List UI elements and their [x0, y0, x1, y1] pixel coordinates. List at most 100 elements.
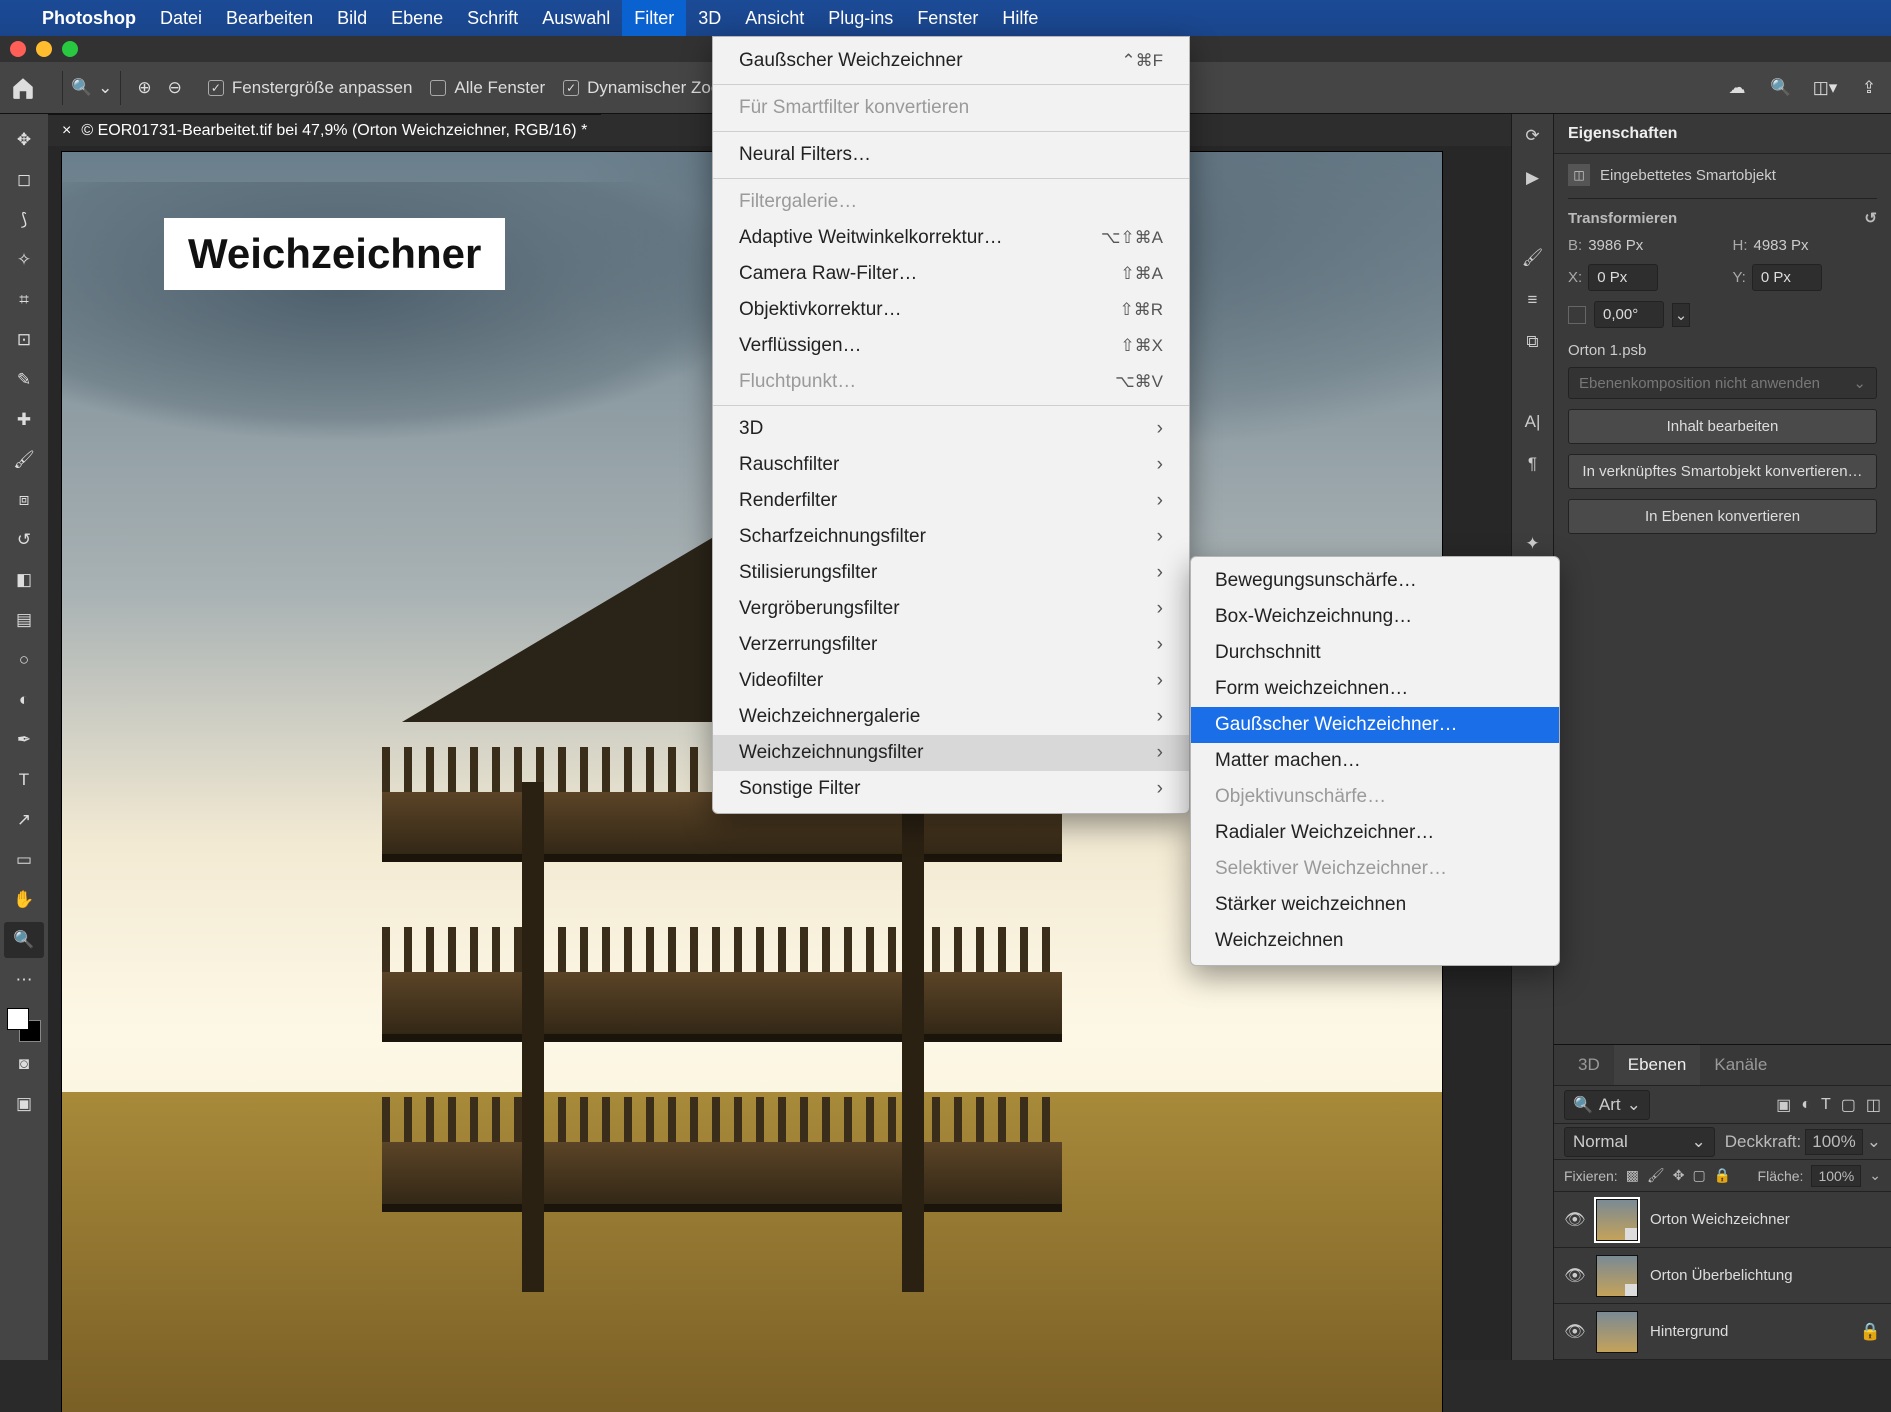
- zoom-out-icon[interactable]: ⊖: [168, 78, 182, 98]
- layer-filter-dropdown[interactable]: 🔍Art⌄: [1564, 1090, 1650, 1120]
- eyedropper-tool-icon[interactable]: ✎: [4, 362, 44, 398]
- visibility-icon[interactable]: 👁: [1564, 1322, 1584, 1342]
- search-icon[interactable]: 🔍: [1769, 76, 1793, 100]
- tab-layers[interactable]: Ebenen: [1614, 1045, 1701, 1085]
- actions-icon[interactable]: ▶: [1521, 166, 1545, 190]
- history-brush-tool-icon[interactable]: ↺: [4, 522, 44, 558]
- filter-camera-raw[interactable]: Camera Raw-Filter…⇧⌘A: [713, 256, 1189, 292]
- lock-brush-icon[interactable]: 🖌: [1647, 1167, 1665, 1184]
- layer-row[interactable]: 👁 Hintergrund 🔒: [1554, 1304, 1891, 1360]
- screenmode-icon[interactable]: ▣: [4, 1086, 44, 1122]
- blur-basic[interactable]: Weichzeichnen: [1191, 923, 1559, 959]
- paragraph-icon[interactable]: ¶: [1521, 452, 1545, 476]
- filter-sub-stylize[interactable]: Stilisierungsfilter›: [713, 555, 1189, 591]
- hand-tool-icon[interactable]: ✋: [4, 882, 44, 918]
- blend-mode-dropdown[interactable]: Normal⌄: [1564, 1127, 1715, 1157]
- traffic-max-icon[interactable]: [62, 41, 78, 57]
- path-tool-icon[interactable]: ↗: [4, 802, 44, 838]
- frame-tool-icon[interactable]: ⊡: [4, 322, 44, 358]
- edit-toolbar-icon[interactable]: ⋯: [4, 962, 44, 998]
- traffic-min-icon[interactable]: [36, 41, 52, 57]
- menu-bearbeiten[interactable]: Bearbeiten: [214, 0, 325, 36]
- quickmask-icon[interactable]: ◙: [4, 1046, 44, 1082]
- filter-adjust-icon[interactable]: ◐: [1801, 1096, 1811, 1114]
- filter-last-used[interactable]: Gaußscher Weichzeichner⌃⌘F: [713, 43, 1189, 79]
- filter-sub-noise[interactable]: Rauschfilter›: [713, 447, 1189, 483]
- fit-window-checkbox[interactable]: Fenstergröße anpassen: [208, 78, 413, 98]
- edit-contents-button[interactable]: Inhalt bearbeiten: [1568, 409, 1877, 444]
- blur-tool-icon[interactable]: ○: [4, 642, 44, 678]
- layer-thumbnail[interactable]: [1596, 1255, 1638, 1297]
- layer-name[interactable]: Orton Weichzeichner: [1650, 1211, 1790, 1228]
- blur-matte[interactable]: Matter machen…: [1191, 743, 1559, 779]
- menu-ebene[interactable]: Ebene: [379, 0, 455, 36]
- dodge-tool-icon[interactable]: ◐: [4, 682, 44, 718]
- zoom-tool-icon[interactable]: 🔍: [4, 922, 44, 958]
- convert-layers-button[interactable]: In Ebenen konvertieren: [1568, 499, 1877, 534]
- brushes-icon[interactable]: 🖌: [1521, 246, 1545, 270]
- blur-more[interactable]: Stärker weichzeichnen: [1191, 887, 1559, 923]
- menu-3d[interactable]: 3D: [686, 0, 733, 36]
- lasso-tool-icon[interactable]: ⟆: [4, 202, 44, 238]
- menu-hilfe[interactable]: Hilfe: [990, 0, 1050, 36]
- y-input[interactable]: 0 Px: [1752, 264, 1822, 291]
- lock-icon[interactable]: 🔒: [1860, 1322, 1881, 1342]
- lock-pixels-icon[interactable]: ▩: [1626, 1167, 1639, 1184]
- filter-sub-other[interactable]: Sonstige Filter›: [713, 771, 1189, 807]
- menu-fenster[interactable]: Fenster: [905, 0, 990, 36]
- cloud-icon[interactable]: ☁︎: [1725, 76, 1749, 100]
- filter-sub-render[interactable]: Renderfilter›: [713, 483, 1189, 519]
- filter-sub-pixelate[interactable]: Vergröberungsfilter›: [713, 591, 1189, 627]
- filter-sub-sharpen[interactable]: Scharfzeichnungsfilter›: [713, 519, 1189, 555]
- layer-comp-dropdown[interactable]: Ebenenkomposition nicht anwenden⌄: [1568, 367, 1877, 399]
- angle-dropdown-icon[interactable]: ⌄: [1672, 303, 1690, 327]
- pen-tool-icon[interactable]: ✒: [4, 722, 44, 758]
- crop-tool-icon[interactable]: ⌗: [4, 282, 44, 318]
- menu-ansicht[interactable]: Ansicht: [733, 0, 816, 36]
- layer-name[interactable]: Hintergrund: [1650, 1323, 1728, 1340]
- fill-value[interactable]: 100%: [1811, 1165, 1861, 1187]
- move-tool-icon[interactable]: ✥: [4, 122, 44, 158]
- menu-schrift[interactable]: Schrift: [455, 0, 530, 36]
- reset-icon[interactable]: ↺: [1864, 209, 1877, 227]
- filter-neural[interactable]: Neural Filters…: [713, 137, 1189, 173]
- visibility-icon[interactable]: 👁: [1564, 1210, 1584, 1230]
- filter-sub-distort[interactable]: Verzerrungsfilter›: [713, 627, 1189, 663]
- share-icon[interactable]: ⇪: [1857, 76, 1881, 100]
- wand-tool-icon[interactable]: ✧: [4, 242, 44, 278]
- menu-auswahl[interactable]: Auswahl: [530, 0, 622, 36]
- blur-average[interactable]: Durchschnitt: [1191, 635, 1559, 671]
- all-windows-checkbox[interactable]: Alle Fenster: [430, 78, 545, 98]
- home-icon[interactable]: [10, 75, 36, 101]
- menu-filter[interactable]: Filter: [622, 0, 686, 36]
- menu-bild[interactable]: Bild: [325, 0, 379, 36]
- healing-tool-icon[interactable]: ✚: [4, 402, 44, 438]
- blur-box[interactable]: Box-Weichzeichnung…: [1191, 599, 1559, 635]
- convert-linked-button[interactable]: In verknüpftes Smartobjekt konvertieren…: [1568, 454, 1877, 489]
- filter-smart-icon[interactable]: ◫: [1866, 1095, 1881, 1115]
- dynamic-zoom-checkbox[interactable]: Dynamischer Zoom: [563, 78, 734, 98]
- filter-liquify[interactable]: Verflüssigen…⇧⌘X: [713, 328, 1189, 364]
- close-tab-icon[interactable]: ×: [62, 122, 71, 140]
- menu-app[interactable]: Photoshop: [30, 0, 148, 36]
- menu-plugins[interactable]: Plug-ins: [816, 0, 905, 36]
- layer-thumbnail[interactable]: [1596, 1199, 1638, 1241]
- brush-tool-icon[interactable]: 🖌: [4, 442, 44, 478]
- blur-shape[interactable]: Form weichzeichnen…: [1191, 671, 1559, 707]
- filter-sub-blur-gallery[interactable]: Weichzeichnergalerie›: [713, 699, 1189, 735]
- filter-image-icon[interactable]: ▣: [1776, 1095, 1791, 1115]
- workspace-icon[interactable]: ◫▾: [1813, 76, 1837, 100]
- tool-presets-icon[interactable]: ✦: [1521, 532, 1545, 556]
- eraser-tool-icon[interactable]: ◧: [4, 562, 44, 598]
- shape-tool-icon[interactable]: ▭: [4, 842, 44, 878]
- opacity-value[interactable]: 100%: [1805, 1129, 1862, 1155]
- color-swatch[interactable]: [7, 1008, 41, 1042]
- character-icon[interactable]: A|: [1521, 410, 1545, 434]
- tab-channels[interactable]: Kanäle: [1700, 1045, 1781, 1085]
- x-input[interactable]: 0 Px: [1588, 264, 1658, 291]
- zoom-in-icon[interactable]: ⊕: [137, 78, 151, 98]
- height-value[interactable]: 4983 Px: [1754, 237, 1809, 254]
- traffic-close-icon[interactable]: [10, 41, 26, 57]
- properties-panel-header[interactable]: Eigenschaften: [1554, 114, 1891, 154]
- stamp-tool-icon[interactable]: ⧈: [4, 482, 44, 518]
